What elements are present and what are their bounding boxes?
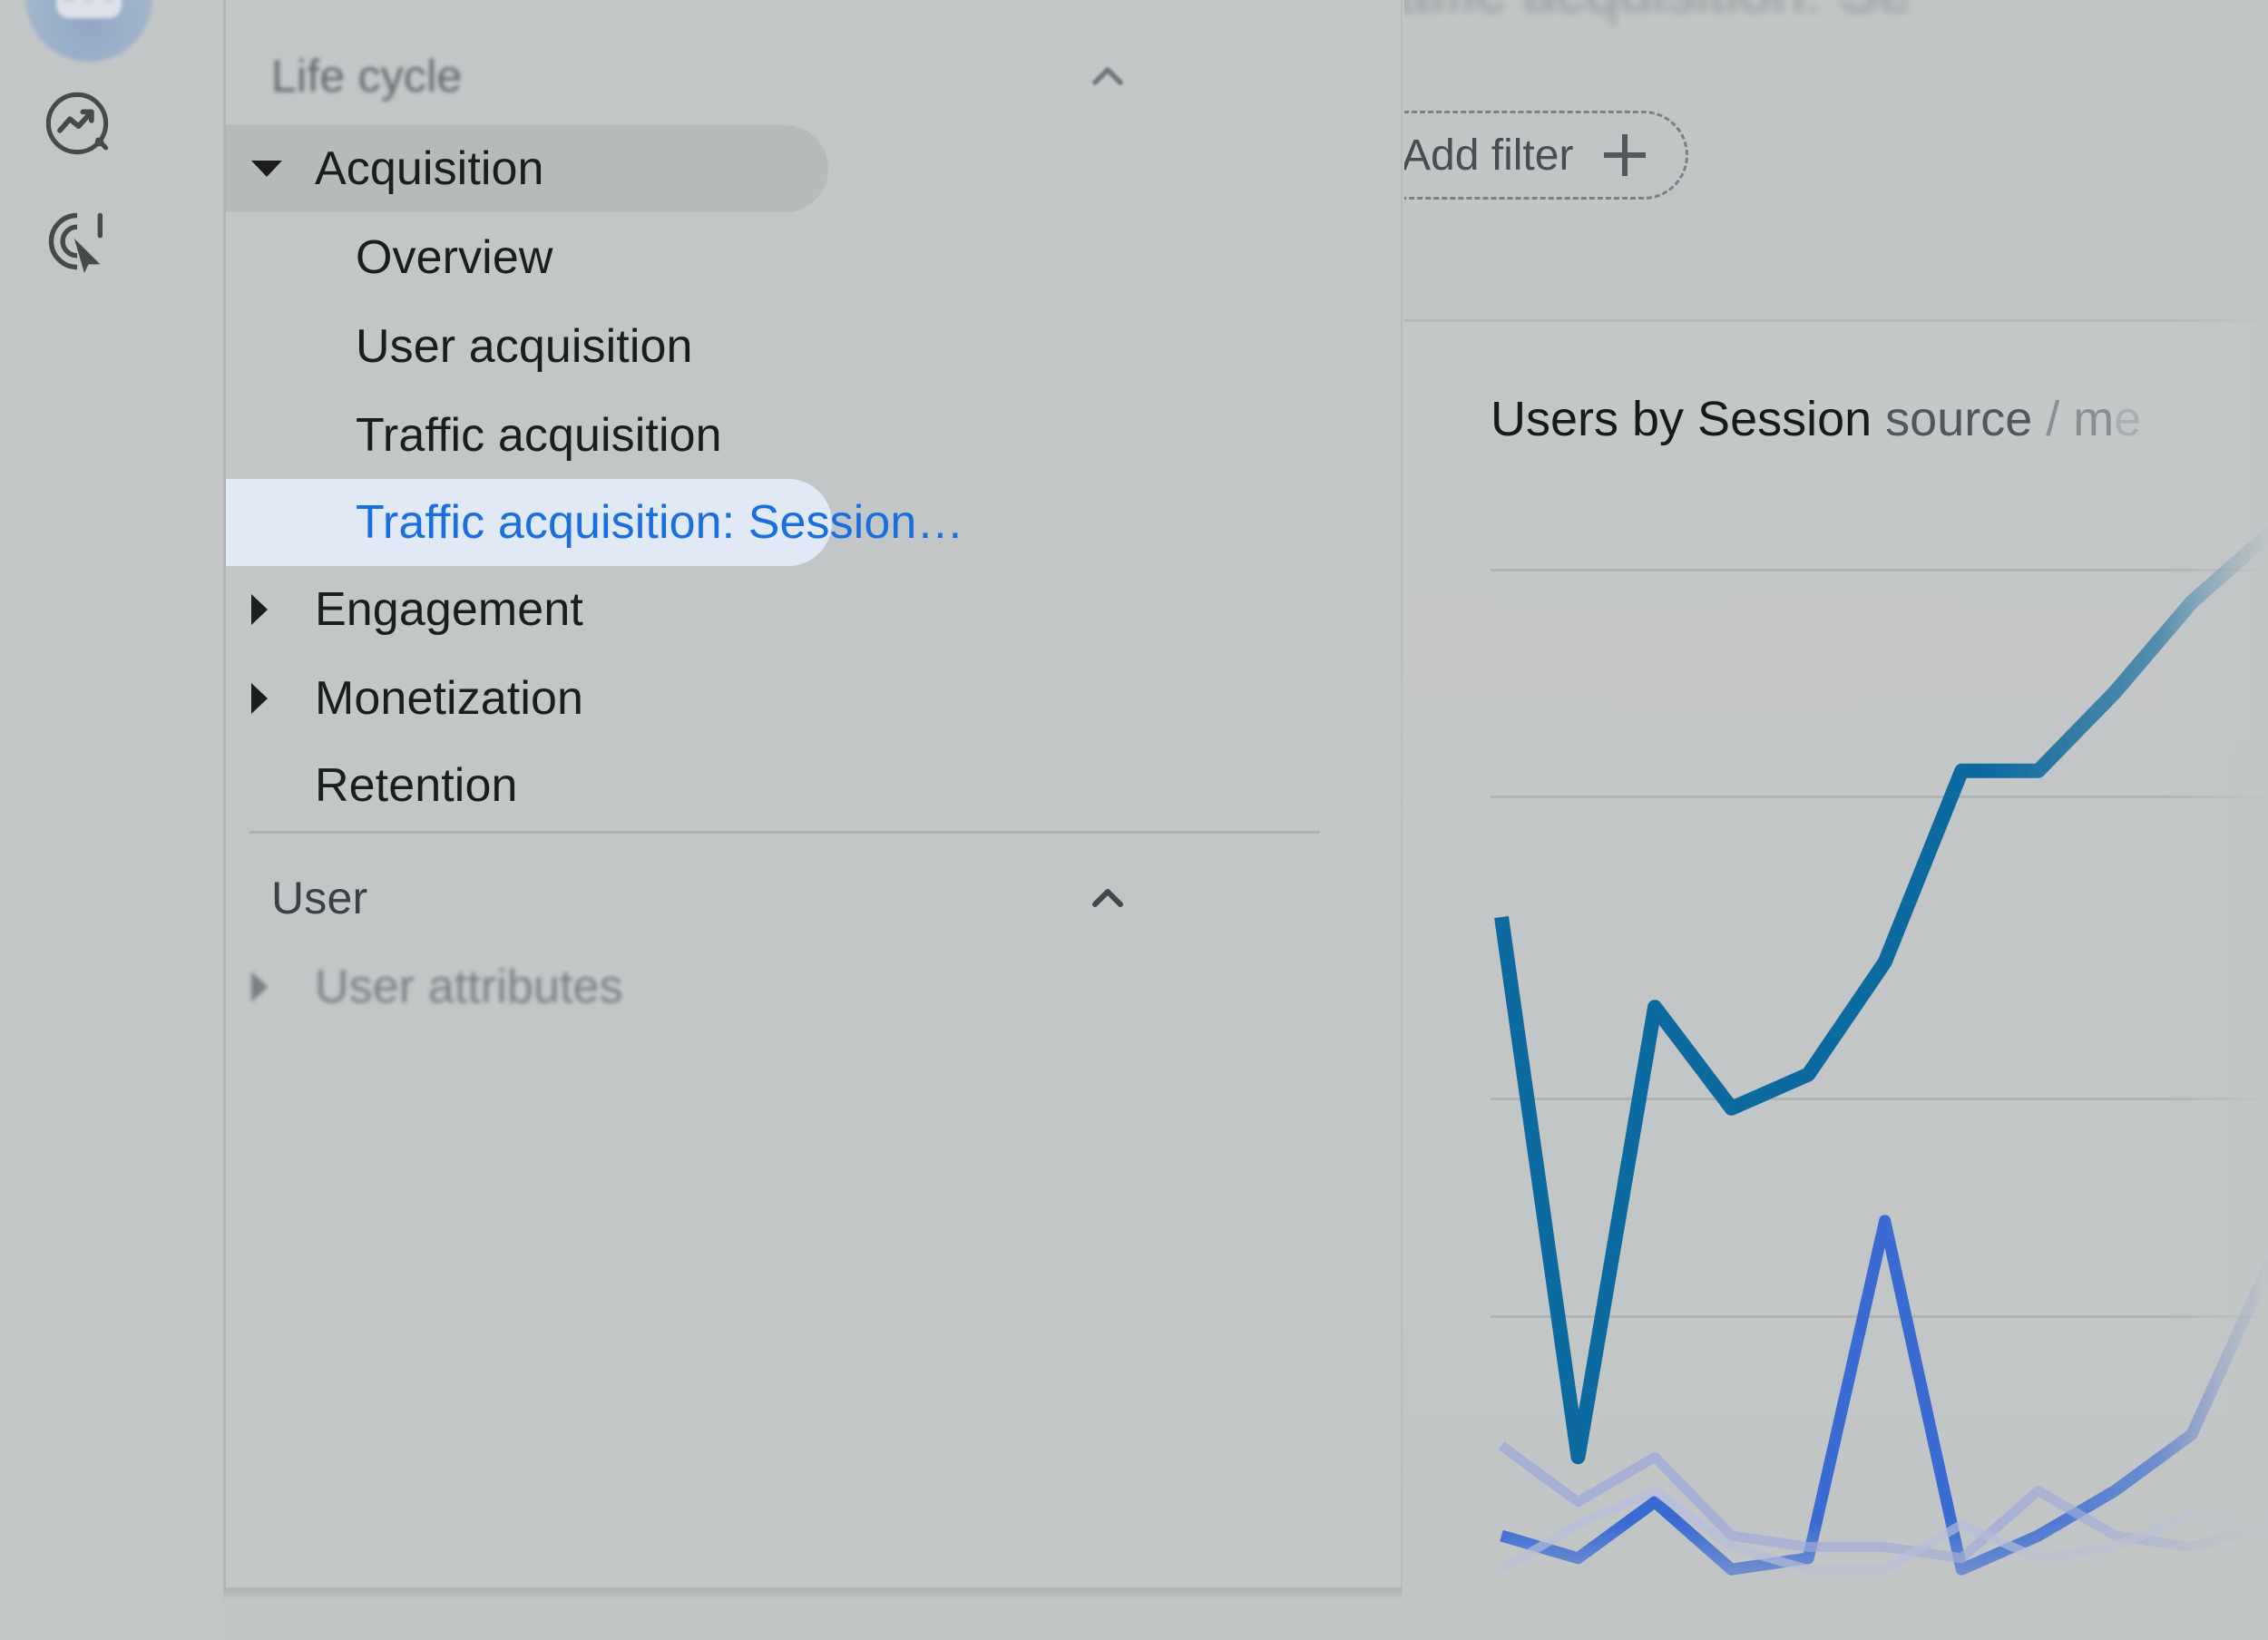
add-filter-button[interactable]: Add filter — [1404, 111, 1689, 200]
nav-section-label: User — [271, 873, 368, 923]
main-content: Traffic acquisition: Se Add filter Users… — [1404, 0, 2268, 1640]
plus-icon — [1604, 134, 1647, 176]
sidebar-item-label: Overview — [356, 231, 553, 284]
left-icon-rail — [0, 0, 222, 1640]
chart-series-line — [1494, 525, 2268, 1465]
sidebar-item-monetization[interactable]: Monetization — [226, 651, 1401, 746]
sidebar-item-acquisition[interactable]: Acquisition — [226, 122, 1401, 216]
triangle-right-icon[interactable] — [251, 594, 268, 625]
sidebar-item-overview[interactable]: Overview — [226, 210, 1401, 305]
sidebar-item-label: User attributes — [315, 961, 623, 1013]
page-title: Traffic acquisition: Se — [1404, 0, 1911, 25]
sidebar-item-retention[interactable]: Retention — [226, 738, 1401, 833]
nav-divider — [249, 831, 1320, 834]
nav-section-user[interactable]: User — [226, 854, 1401, 942]
sidebar-item-label: Retention — [315, 759, 518, 812]
chevron-up-icon[interactable] — [1082, 51, 1133, 102]
sidebar-item-traffic-acquisition-session[interactable]: Traffic acquisition: Session… — [226, 475, 1401, 570]
side-navigation-panel: Life cycle Acquisition Overview User acq… — [223, 0, 1403, 1587]
triangle-down-icon[interactable] — [251, 161, 282, 177]
sidebar-item-user-attributes[interactable]: User attributes — [226, 940, 1401, 1034]
add-filter-label: Add filter — [1404, 131, 1574, 180]
screen-root: Life cycle Acquisition Overview User acq… — [0, 0, 2268, 1640]
triangle-right-icon[interactable] — [251, 971, 268, 1002]
explore-icon[interactable] — [43, 207, 112, 276]
logo-bars — [56, 0, 122, 18]
sidebar-item-traffic-acquisition[interactable]: Traffic acquisition — [226, 388, 1401, 483]
sidebar-item-engagement[interactable]: Engagement — [226, 562, 1401, 657]
sidebar-item-label: User acquisition — [356, 320, 693, 373]
side-nav-shadow — [223, 1587, 1403, 1600]
chevron-up-icon[interactable] — [1082, 873, 1133, 923]
reports-icon[interactable] — [43, 89, 112, 158]
nav-section-life-cycle[interactable]: Life cycle — [226, 33, 1401, 120]
nav-section-label: Life cycle — [271, 51, 463, 102]
sidebar-item-user-acquisition[interactable]: User acquisition — [226, 299, 1401, 394]
sidebar-item-label: Traffic acquisition: Session… — [356, 496, 964, 549]
sidebar-item-label: Engagement — [315, 583, 583, 636]
sidebar-item-label: Acquisition — [315, 142, 544, 195]
triangle-right-icon[interactable] — [251, 683, 268, 714]
sidebar-item-label: Traffic acquisition — [356, 409, 722, 462]
sidebar-item-label: Monetization — [315, 672, 584, 725]
users-by-session-source-card: Users by Session source / me — [1404, 319, 2268, 1640]
line-chart-plot — [1494, 525, 2268, 1576]
analytics-logo-icon — [25, 0, 152, 62]
